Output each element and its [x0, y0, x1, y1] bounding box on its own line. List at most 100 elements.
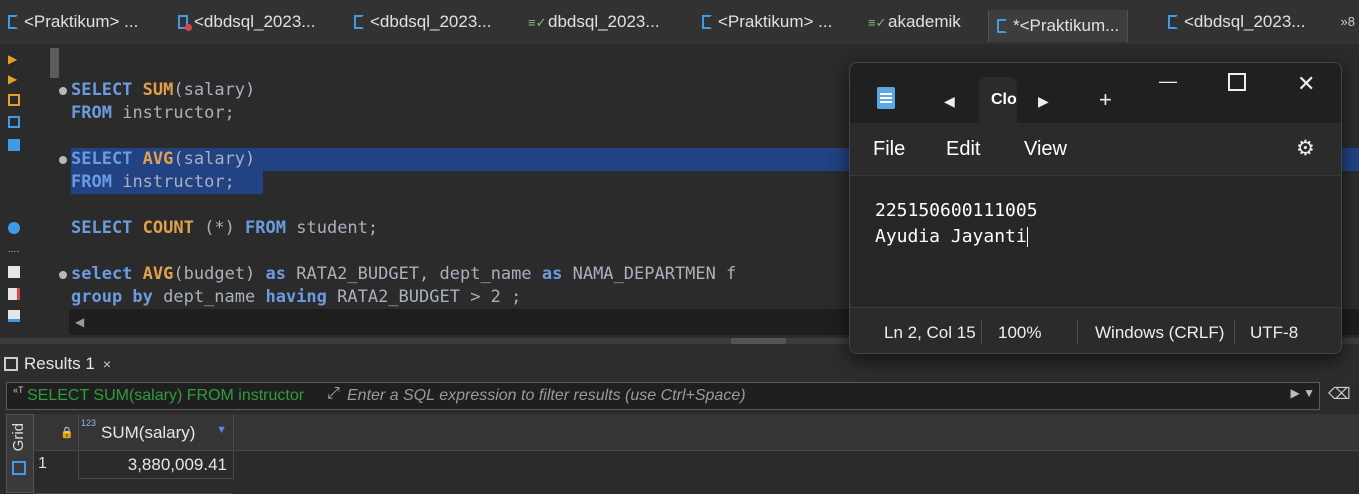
sql-tag-icon: «T [13, 385, 24, 395]
fold-marker-icon[interactable] [59, 271, 67, 279]
grid-icon [12, 461, 26, 475]
export-script-icon[interactable] [8, 310, 20, 322]
fold-marker-icon[interactable] [59, 87, 67, 95]
results-table: 🔒 123 SUM(salary) ▼ 1 3,880,009.41 [34, 414, 1359, 494]
fold-marker-icon[interactable] [59, 156, 67, 164]
sql-console-icon: ≡✓ [528, 15, 547, 30]
menu-file[interactable]: File [873, 138, 905, 161]
editor-tab[interactable]: <dbdsql_2023... [178, 8, 315, 36]
sql-console-icon: ≡✓ [868, 15, 887, 30]
new-script-icon[interactable] [8, 266, 20, 278]
text-line: 225150600111005 [875, 200, 1038, 221]
minimize-icon[interactable]: — [1159, 71, 1177, 92]
editor-tab[interactable]: <Praktikum> ... [8, 8, 138, 36]
sql-script-icon [354, 15, 364, 29]
editor-tab[interactable]: <Praktikum> ... [702, 8, 832, 36]
tab-scroll-left-icon[interactable]: ◀ [944, 93, 955, 110]
editor-tab[interactable]: ≡✓ dbdsql_2023... [528, 8, 660, 36]
tab-overflow-button[interactable]: »8 [1341, 14, 1355, 29]
tab-label: <dbdsql_2023... [1184, 12, 1306, 31]
text-line: Ayudia Jayanti [875, 226, 1027, 247]
filter-input[interactable]: Enter a SQL expression to filter results… [347, 387, 746, 405]
maximize-icon[interactable] [1228, 73, 1246, 91]
editor-tab[interactable]: <dbdsql_2023... [1168, 8, 1305, 36]
table-cell[interactable]: 3,880,009.41 [78, 450, 234, 479]
sql-script-icon [8, 15, 18, 29]
explain-plan-icon[interactable] [8, 116, 20, 128]
sort-icon[interactable]: ▼ [216, 424, 227, 436]
column-header-sum-salary[interactable]: 123 SUM(salary) ▼ [78, 414, 234, 450]
tab-label: akademik [888, 12, 961, 31]
tab-label: <dbdsql_2023... [194, 12, 316, 31]
cursor-position: Ln 2, Col 15 [884, 323, 976, 342]
zoom-level: 100% [998, 323, 1042, 342]
code-line: select AVG(budget) as RATA2_BUDGET, dept… [71, 264, 737, 284]
filter-query-text: SELECT SUM(salary) FROM instructor [27, 387, 305, 404]
sql-script-active-icon [997, 19, 1007, 33]
close-icon[interactable]: × [103, 356, 111, 372]
notepad-text-area[interactable]: 225150600111005 Ayudia Jayanti [850, 175, 1341, 308]
grid-view-toggle[interactable]: Grid [6, 414, 34, 493]
close-window-icon[interactable]: ✕ [1297, 71, 1315, 97]
sql-script-icon [1168, 15, 1178, 29]
cell-value: 3,880,009.41 [127, 455, 227, 474]
notepad-titlebar[interactable]: Clo ◀ ▶ + — ✕ [850, 63, 1341, 123]
terminal-icon[interactable] [8, 139, 20, 151]
tab-scroll-right-icon[interactable]: ▶ [1038, 93, 1049, 110]
code-line: SELECT SUM(salary) [71, 80, 256, 100]
status-divider [1077, 320, 1078, 344]
line-ending: Windows (CRLF) [1095, 323, 1225, 342]
results-tab[interactable]: Results 1 × [4, 350, 111, 378]
sql-script-error-icon [178, 15, 192, 31]
tab-label: <Praktikum> ... [24, 12, 139, 31]
editor-toolbar: ▶ ▶ .... [0, 44, 30, 340]
status-divider [981, 320, 982, 344]
filter-query-label[interactable]: «T SELECT SUM(salary) FROM instructor [13, 385, 305, 405]
row-number[interactable]: 1 [38, 455, 47, 473]
status-divider [1234, 320, 1235, 344]
numeric-type-icon: 123 [81, 418, 97, 428]
menu-view[interactable]: View [1024, 138, 1067, 161]
results-tab-label: Results 1 [24, 354, 95, 373]
notepad-statusbar: Ln 2, Col 15 100% Windows (CRLF) UTF-8 [850, 307, 1341, 353]
code-line: SELECT COUNT (*) FROM student; [71, 218, 379, 238]
grid-icon [4, 357, 18, 371]
sql-script-icon [702, 15, 712, 29]
tab-label: dbdsql_2023... [548, 12, 660, 31]
notepad-tab-label: Clo [991, 91, 1017, 108]
notepad-window: Clo ◀ ▶ + — ✕ File Edit View ⚙ 225150600… [849, 62, 1342, 354]
filter-apply-button[interactable]: ▶ ▼ [1291, 386, 1315, 400]
settings-icon[interactable] [8, 222, 20, 234]
new-tab-icon[interactable]: + [1099, 87, 1112, 113]
notepad-app-icon [877, 87, 895, 109]
table-header: 🔒 123 SUM(salary) ▼ [34, 414, 1359, 451]
expand-icon[interactable]: ⤢ [327, 385, 340, 403]
code-line: FROM instructor; [71, 103, 235, 123]
code-line: group by dept_name having RATA2_BUDGET >… [71, 287, 522, 307]
scroll-left-icon[interactable]: ◀ [75, 315, 84, 329]
more-icon[interactable]: .... [8, 244, 20, 256]
tab-label: *<Praktikum... [1013, 16, 1120, 35]
notepad-tab[interactable]: Clo [979, 77, 1017, 123]
grid-label: Grid [10, 423, 27, 452]
encoding: UTF-8 [1250, 323, 1299, 342]
editor-tab-bar: <Praktikum> ... <dbdsql_2023... <dbdsql_… [0, 0, 1359, 45]
editor-tab[interactable]: ≡✓ akademik [868, 8, 961, 36]
editor-caret [50, 48, 59, 78]
gear-icon[interactable]: ⚙ [1296, 136, 1315, 161]
table-row-empty [34, 479, 232, 494]
delete-script-icon[interactable] [8, 288, 20, 300]
code-line: FROM instructor; [71, 172, 235, 192]
menu-edit[interactable]: Edit [946, 138, 980, 161]
tab-label: <Praktikum> ... [718, 12, 833, 31]
execute-statement-icon[interactable]: ▶ [8, 52, 20, 66]
column-header-label: SUM(salary) [101, 423, 196, 442]
execute-new-tab-icon[interactable] [8, 94, 20, 106]
editor-tab-active[interactable]: *<Praktikum... [988, 10, 1129, 42]
tab-label: <dbdsql_2023... [370, 12, 492, 31]
text-caret [1026, 227, 1028, 247]
execute-script-icon[interactable]: ▶ [8, 72, 20, 86]
editor-tab[interactable]: <dbdsql_2023... [354, 8, 491, 36]
eraser-icon[interactable]: ⌫ [1328, 384, 1351, 404]
code-line: SELECT AVG(salary) [71, 149, 256, 169]
